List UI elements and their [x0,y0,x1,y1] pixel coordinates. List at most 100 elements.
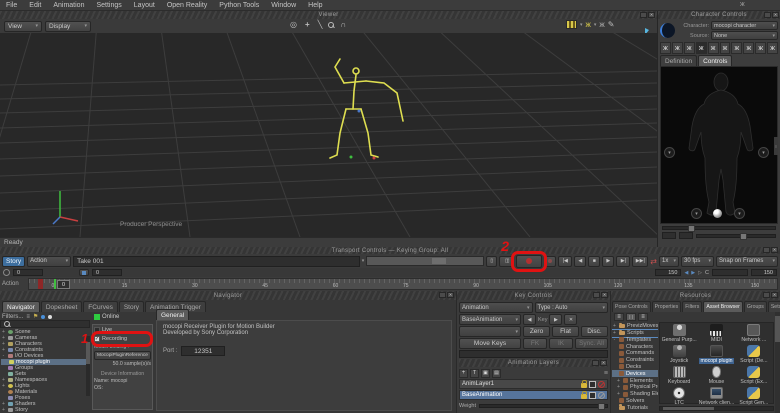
orbit-icon[interactable]: ◎ [288,20,299,29]
character-slider[interactable] [662,225,776,232]
asset-script-example[interactable]: Script (Ex... [736,366,772,387]
tab-properties[interactable]: Properties [651,301,682,312]
res-restore-icon[interactable] [763,292,770,298]
icon-view-icon[interactable]: ∷ [626,313,636,321]
story-button[interactable]: Story [2,255,26,267]
pose-icon-5[interactable]: ж [707,42,719,54]
next-key-button[interactable]: ▶ [549,314,563,325]
recording-checkbox[interactable]: ✓ [94,336,100,342]
translate-icon[interactable]: + [303,20,312,29]
asset-keyboard[interactable]: Keyboard [661,366,697,387]
tab-pose-controls[interactable]: Pose Controls [612,301,651,312]
online-row[interactable]: Online [94,314,119,320]
layer-mute-icon[interactable] [598,391,605,399]
delete-layer-icon[interactable]: ▤ [492,368,501,378]
asset-midi[interactable]: MIDI [698,324,734,345]
goto-end-button[interactable]: ▶▶| [632,255,649,267]
tree-commands[interactable]: Commands [612,350,658,357]
pencil-icon[interactable]: ✎ [608,20,615,29]
ik-button[interactable]: IK [549,338,574,349]
group-dropdown-2[interactable]: ▾ [459,326,521,337]
timeline-ruler[interactable]: 0 0 15 30 45 60 75 90 105 120 135 150 [28,278,778,290]
slider-field-b[interactable] [679,232,693,239]
tree-elements[interactable]: + Elements [612,377,658,384]
center-field[interactable] [712,269,748,276]
kc-close-icon[interactable]: ✕ [601,292,608,298]
delete-key-button[interactable]: ✕ [564,314,578,325]
recording-row[interactable]: ✓ Recording 1 [81,331,153,347]
end-frame-field[interactable]: 150 [655,269,682,276]
tree-item-story[interactable]: + Story [1,407,90,413]
display-button[interactable]: Display ▾ [45,20,91,32]
character-slider-2[interactable] [696,232,776,240]
menu-settings[interactable]: Settings [94,2,123,9]
duplicate-layer-icon[interactable]: T [470,368,479,378]
snap-dropdown[interactable]: Snap on Frames ▾ [716,255,778,267]
new-layer-icon[interactable]: + [459,368,468,378]
pose-icon-2[interactable]: ж [671,42,683,54]
tree-characters[interactable]: Characters [612,343,658,350]
zero-button[interactable]: Zero [523,326,550,337]
menu-edit[interactable]: Edit [27,2,43,9]
fk-button[interactable]: FK [523,338,548,349]
prev-key-button[interactable]: ◀ [523,314,536,325]
tab-asset-browser[interactable]: Asset Browser [703,301,743,312]
viewer-restore-icon[interactable] [640,12,647,18]
asset-joystick[interactable]: Joystick [661,345,697,366]
take-start-marker[interactable] [38,279,43,289]
playhead[interactable] [54,279,56,289]
asset-general-purpose[interactable]: General Purp... [661,324,697,345]
navigator-restore-icon[interactable] [439,292,446,298]
asset-script-device[interactable]: Script (De... [736,345,772,366]
flip-right-foot-button[interactable]: ▾ [734,208,745,219]
layer-solo-icon[interactable] [589,391,596,399]
tree-previzmoves[interactable]: + PrevizMoves [612,323,658,330]
menu-animation[interactable]: Animation [51,2,86,9]
prev-frame-button[interactable]: ◀ [574,255,587,267]
tab-filters[interactable]: Filters [682,301,703,312]
range-prev-icon[interactable]: ◀ [684,270,688,276]
menu-open-reality[interactable]: Open Reality [165,2,209,9]
goto-start-button[interactable]: |◀ [558,255,573,267]
pose-icon-4[interactable]: ж [695,42,707,54]
tab-dopesheet[interactable]: Dopesheet [40,301,83,312]
zoom-icon[interactable] [328,21,335,28]
kc-restore-icon[interactable] [593,292,600,298]
layer-dropdown[interactable]: BaseAnimation ▾ [459,314,521,325]
disc-button[interactable]: Disc. [581,326,608,337]
al-close-icon[interactable]: ✕ [600,360,607,366]
layer-solo-icon[interactable] [589,380,596,388]
scale-icon[interactable]: ╲ [316,20,325,29]
character-dropdown[interactable]: mocopi character ▾ [711,21,778,30]
key-controls-field[interactable] [459,350,608,358]
weight-slider[interactable] [479,402,608,410]
port-field[interactable]: 12351 [181,346,226,356]
flip-left-hand-button[interactable]: ▾ [664,147,675,158]
panel-splitter[interactable]: ≡ [774,137,778,155]
tree-devices[interactable]: Devices [612,370,658,378]
layer-lock-icon[interactable] [581,391,587,399]
detail-view-icon[interactable]: ≡ [638,313,648,321]
tab-sets[interactable]: Sets [767,301,780,312]
tree-constraints[interactable]: Constraints [612,357,658,364]
start-frame-field-2[interactable]: 0 [92,269,122,276]
tree-decks[interactable]: Decks [612,364,658,371]
list-view-icon[interactable]: ≡ [614,313,624,321]
pose-icon-8[interactable]: ж [743,42,755,54]
pose-icon-10[interactable]: ж [767,42,779,54]
layer-row-baseanimation[interactable]: BaseAnimation [459,390,608,400]
filters-label[interactable]: Filters... [2,314,23,320]
tab-general[interactable]: General [156,309,190,320]
menu-file[interactable]: File [4,2,19,9]
tab-controls[interactable]: Controls [698,55,733,66]
model-binding-dropdown[interactable]: MocopiPluginReference▾ [94,351,151,360]
take-caret-icon[interactable]: ▾ [362,258,365,264]
speed-dropdown[interactable]: 1x ▾ [659,255,679,267]
asset-mouse[interactable]: Mouse [698,366,734,387]
menu-window[interactable]: Window [269,2,298,9]
pose-icon-3[interactable]: ж [683,42,695,54]
range-next-icon[interactable]: ▶ [691,270,695,276]
filter-dot-white-icon[interactable] [48,314,53,319]
menu-layout[interactable]: Layout [132,2,157,9]
next-frame-button[interactable]: ▶| [616,255,631,267]
